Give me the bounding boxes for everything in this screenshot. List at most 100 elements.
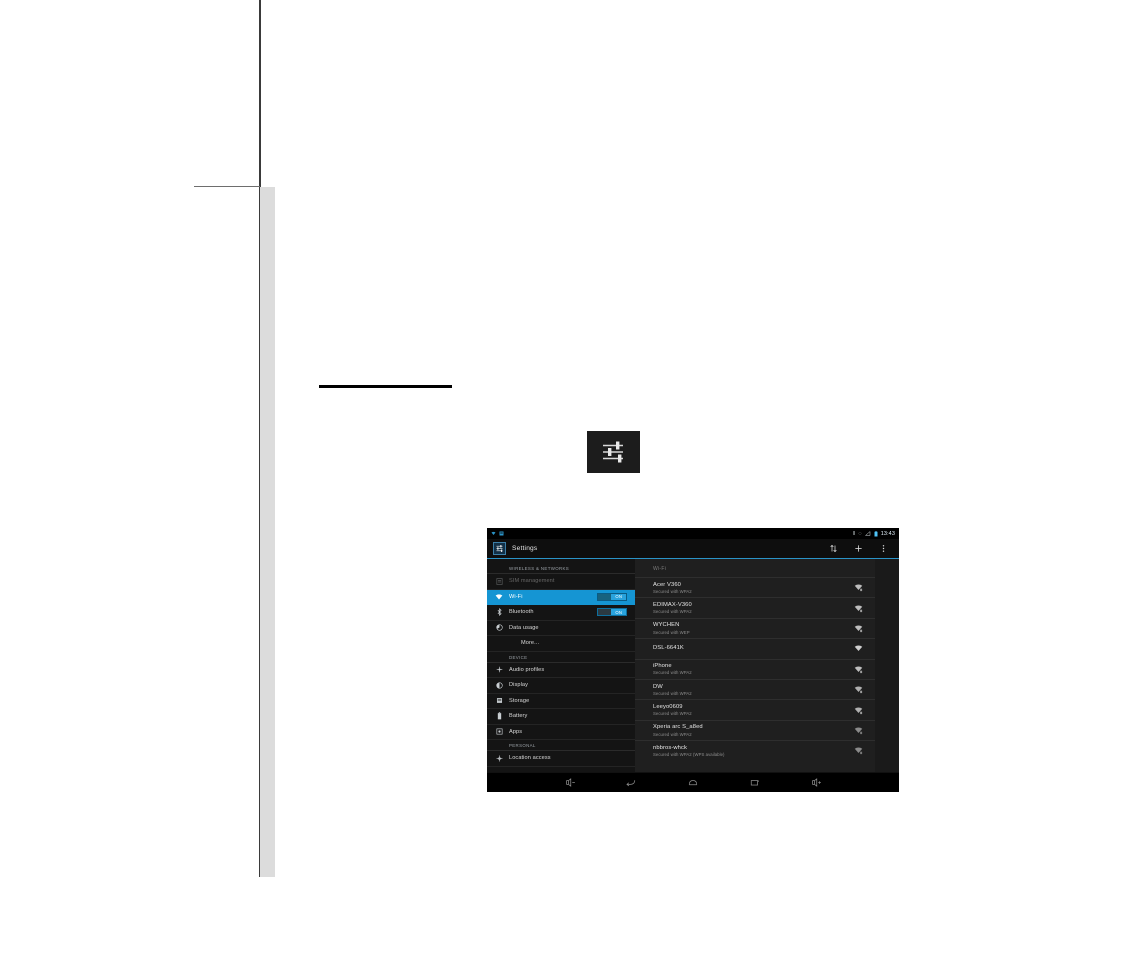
sim-card-icon	[499, 531, 504, 536]
vibrate-icon: ‖	[852, 530, 856, 537]
wifi-security: Secured with WPA2	[653, 731, 692, 737]
battery-icon	[874, 530, 878, 536]
sidebar-item-label: Bluetooth	[509, 609, 534, 616]
sidebar-section-device-header: DEVICE	[487, 652, 635, 663]
sidebar-item-label: Audio profiles	[509, 666, 545, 673]
wifi-network-row[interactable]: iPhone Secured with WPA2	[635, 658, 875, 679]
wifi-ssid: DW	[653, 683, 663, 690]
wifi-security: Secured with WPA2 (WPS available)	[653, 751, 725, 757]
sidebar-item-location-access[interactable]: Location access	[487, 751, 635, 767]
wifi-security: Secured with WPA2	[653, 609, 692, 615]
recents-button[interactable]	[747, 777, 763, 789]
sidebar-item-label: Storage	[509, 697, 530, 704]
overflow-menu-icon[interactable]	[878, 543, 889, 554]
sidebar-item-display[interactable]: Display	[487, 678, 635, 694]
wifi-ssid: Leeyo0609	[653, 703, 683, 710]
sidebar-item-data-usage[interactable]: Data usage	[487, 621, 635, 636]
wifi-signal-secured-icon	[853, 583, 863, 593]
content-title: Wi-Fi	[653, 566, 667, 572]
wifi-ssid: nbbros-whck	[653, 744, 687, 751]
app-title: Settings	[512, 545, 538, 552]
storage-icon	[495, 697, 503, 705]
toggle-state-label: ON	[611, 609, 626, 616]
location-icon	[495, 754, 503, 762]
sidebar-item-sim-management[interactable]: SIM management	[487, 574, 635, 590]
sidebar-item-apps[interactable]: Apps	[487, 725, 635, 740]
settings-sidebar: WIRELESS & NETWORKS SIM management Wi-Fi…	[487, 559, 635, 772]
action-bar-icons	[828, 543, 893, 554]
sidebar-item-bluetooth[interactable]: Bluetooth ON	[487, 605, 635, 621]
add-network-icon[interactable]	[853, 543, 864, 554]
wifi-signal-open-icon	[853, 644, 863, 654]
wifi-security: Secured with WPA2	[653, 711, 692, 717]
wifi-signal-secured-icon	[853, 705, 863, 715]
sidebar-item-label: More...	[521, 640, 540, 647]
sidebar-item-label: Location access	[509, 755, 551, 762]
bluetooth-toggle[interactable]: ON	[597, 608, 627, 617]
status-bar: ‖ ◌ 13:43	[487, 528, 899, 539]
sidebar-section-personal-header: PERSONAL	[487, 740, 635, 751]
wifi-ssid: DSL-6641K	[653, 645, 684, 652]
wifi-signal-secured-icon	[853, 664, 863, 674]
sidebar-item-battery[interactable]: Battery	[487, 709, 635, 725]
wifi-security: Secured with WPA2	[653, 588, 692, 594]
wifi-signal-secured-icon	[853, 746, 863, 756]
wifi-icon	[495, 593, 503, 601]
wifi-signal-secured-icon	[853, 603, 863, 613]
wifi-network-row[interactable]: DW Secured with WPA2	[635, 678, 875, 699]
wifi-content-pane: Wi-Fi Acer V360 Secured with WPA2 EDIMAX…	[635, 559, 899, 772]
page-section-rule	[319, 385, 452, 388]
wifi-signal-secured-icon	[853, 685, 863, 695]
wifi-ssid: WYCHEN	[653, 622, 680, 629]
volume-down-button[interactable]	[562, 777, 578, 789]
wifi-toggle[interactable]: ON	[597, 592, 627, 601]
scan-icon[interactable]	[828, 543, 839, 554]
status-left-icons	[491, 531, 504, 536]
wifi-network-row[interactable]: nbbros-whck Secured with WPA2 (WPS avail…	[635, 740, 875, 760]
sidebar-section-wireless-header: WIRELESS & NETWORKS	[487, 563, 635, 574]
home-button[interactable]	[685, 777, 701, 789]
bluetooth-icon	[495, 608, 503, 617]
sidebar-item-label: Battery	[509, 713, 528, 720]
action-bar: Settings	[487, 539, 899, 559]
apps-icon	[495, 728, 503, 736]
tablet-screenshot: ‖ ◌ 13:43 Settings WIRELESS & NETWORKS S…	[487, 528, 899, 792]
back-button[interactable]	[623, 777, 639, 789]
wifi-signal-secured-icon	[853, 623, 863, 633]
settings-body: WIRELESS & NETWORKS SIM management Wi-Fi…	[487, 559, 899, 772]
wifi-ssid: EDIMAX-V360	[653, 601, 692, 608]
wifi-network-row[interactable]: Acer V360 Secured with WPA2	[635, 577, 875, 597]
settings-sliders-icon	[587, 431, 640, 473]
status-right-icons: ‖ ◌ 13:43	[853, 531, 895, 537]
wifi-network-row[interactable]: EDIMAX-V360 Secured with WPA2	[635, 597, 875, 617]
wifi-network-row[interactable]: Xperia arc S_a8ed Secured with WPA2	[635, 719, 875, 740]
page-horizontal-rule	[194, 186, 260, 187]
navigation-bar	[487, 772, 899, 792]
sidebar-item-storage[interactable]: Storage	[487, 694, 635, 709]
audio-profiles-icon	[495, 666, 503, 674]
data-usage-icon	[495, 624, 503, 632]
wifi-signal-secured-icon	[853, 725, 863, 735]
wifi-ssid: iPhone	[653, 663, 672, 670]
status-clock: 13:43	[880, 530, 895, 537]
sidebar-item-label: Apps	[509, 728, 523, 735]
sidebar-item-label: Display	[509, 682, 529, 689]
battery-icon	[495, 712, 503, 720]
wifi-security: Secured with WPA2	[653, 670, 692, 676]
sync-icon: ◌	[858, 530, 862, 537]
volume-up-button[interactable]	[808, 777, 824, 789]
sidebar-item-wifi[interactable]: Wi-Fi ON	[487, 589, 635, 605]
settings-app-icon	[493, 542, 506, 555]
wifi-icon	[491, 531, 496, 535]
wifi-network-row[interactable]: DSL-6641K	[635, 638, 875, 658]
wifi-ssid: Acer V360	[653, 581, 681, 588]
toggle-state-label: ON	[611, 593, 626, 600]
wifi-security: Secured with WPA2	[653, 690, 692, 696]
sidebar-item-audio-profiles[interactable]: Audio profiles	[487, 663, 635, 678]
toggle-knob	[598, 593, 612, 600]
sim-card-icon	[495, 577, 503, 585]
toggle-knob	[598, 609, 612, 616]
sidebar-item-more[interactable]: More...	[487, 636, 635, 652]
wifi-network-row[interactable]: Leeyo0609 Secured with WPA2	[635, 699, 875, 719]
wifi-network-row[interactable]: WYCHEN Secured with WEP	[635, 617, 875, 638]
